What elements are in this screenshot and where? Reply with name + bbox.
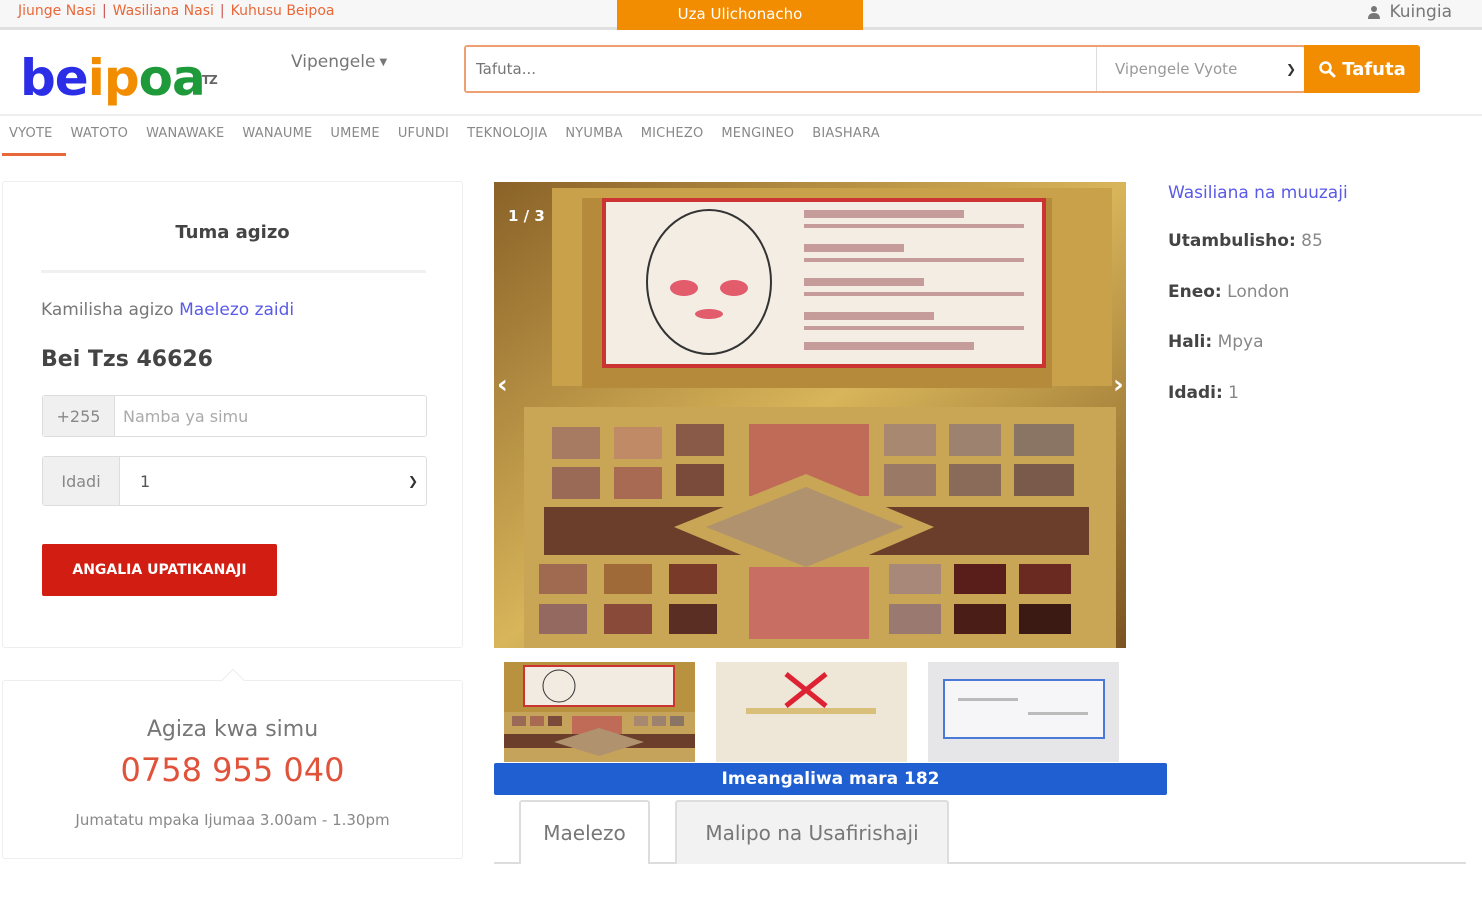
thumbnail-2[interactable] (716, 662, 907, 762)
quantity-field-group: Idadi 1 ❯ (42, 456, 427, 506)
tab-payment-shipping[interactable]: Malipo na Usafirishaji (675, 800, 949, 864)
product-main-image[interactable] (494, 182, 1126, 648)
search-bar: Vipengele Vyote ❯ (464, 45, 1306, 93)
check-availability-button[interactable]: ANGALIA UPATIKANAJI (42, 544, 277, 596)
chevron-down-icon: ❯ (407, 474, 418, 488)
tab-description[interactable]: Maelezo (519, 800, 650, 864)
logo-country-badge: TZ (201, 73, 218, 87)
category-sports[interactable]: MICHEZO (632, 124, 713, 154)
call-phone-number[interactable]: 0758 955 040 (3, 751, 462, 789)
views-prefix: Imeangaliwa mara (721, 769, 899, 789)
chevron-down-icon: ❯ (1285, 62, 1296, 76)
category-women[interactable]: WANAWAKE (137, 124, 233, 154)
search-category-select[interactable]: Vipengele Vyote ❯ (1096, 47, 1304, 91)
beipoa-logo[interactable]: beipoa TZ (20, 50, 218, 106)
thumbnail-3[interactable] (928, 662, 1119, 762)
category-home[interactable]: NYUMBA (556, 124, 631, 154)
category-kids[interactable]: WATOTO (62, 124, 138, 154)
order-panel: Tuma agizo Kamilisha agizo Maelezo zaidi… (2, 181, 463, 648)
call-hours: Jumatatu mpaka Ijumaa 3.00am - 1.30pm (75, 811, 390, 829)
category-business[interactable]: BIASHARA (803, 124, 889, 154)
price: Bei Tzs 46626 (41, 347, 213, 372)
header-divider (0, 114, 1482, 116)
chevron-right-icon[interactable]: › (1113, 370, 1124, 400)
features-dropdown[interactable]: Vipengele ▼ (291, 52, 387, 72)
order-title: Tuma agizo (175, 222, 290, 243)
login-link[interactable]: Kuingia (1367, 2, 1452, 22)
seller-id-row: Utambulisho: 85 (1168, 231, 1323, 251)
login-label: Kuingia (1389, 2, 1452, 22)
seller-info: Wasiliana na muuzaji Utambulisho: 85 Ene… (1168, 183, 1348, 433)
call-heading: Agiza kwa simu (146, 717, 319, 742)
chevron-left-icon[interactable]: ‹ (497, 370, 508, 400)
sell-button[interactable]: Uza Ulichonacho (617, 0, 863, 30)
category-crafts[interactable]: UFUNDI (389, 124, 458, 154)
search-button-label: Tafuta (1342, 58, 1406, 80)
search-category-value: Vipengele Vyote (1115, 60, 1238, 78)
quantity-label: Idadi (43, 457, 120, 505)
seller-condition-row: Hali: Mpya (1168, 332, 1264, 352)
call-order-panel: Agiza kwa simu 0758 955 040 Jumatatu mpa… (2, 668, 463, 859)
category-electronics[interactable]: UMEME (321, 124, 388, 154)
search-icon (1319, 61, 1336, 78)
view-count-bar: Imeangaliwa mara 182 (494, 763, 1167, 795)
category-nav: VYOTE WATOTO WANAWAKE WANAUME UMEME UFUN… (0, 124, 889, 156)
views-count: 182 (904, 769, 940, 789)
phone-field-group: +255 Namba ya simu (42, 395, 427, 437)
contact-link[interactable]: Wasiliana Nasi (113, 3, 214, 19)
thumbnail-1[interactable] (504, 662, 695, 762)
more-info-link[interactable]: Maelezo zaidi (179, 300, 294, 320)
join-link[interactable]: Jiunge Nasi (18, 3, 96, 19)
phone-prefix: +255 (43, 396, 115, 436)
seller-area-row: Eneo: London (1168, 281, 1290, 302)
category-all[interactable]: VYOTE (0, 124, 66, 156)
top-links: Jiunge Nasi | Wasiliana Nasi | Kuhusu Beipoa (18, 3, 335, 19)
category-men[interactable]: WANAUME (233, 124, 321, 154)
contact-seller-link[interactable]: Wasiliana na muuzaji (1168, 183, 1348, 203)
user-icon (1368, 6, 1381, 19)
caret-down-icon: ▼ (379, 57, 388, 68)
product-tabs: Maelezo Malipo na Usafirishaji (494, 800, 1466, 864)
quantity-value: 1 (140, 471, 151, 491)
seller-quantity-row: Idadi: 1 (1168, 382, 1239, 403)
quantity-select[interactable]: 1 ❯ (120, 457, 426, 505)
complete-order-text: Kamilisha agizo Maelezo zaidi (41, 300, 295, 320)
category-technology[interactable]: TEKNOLOJIA (458, 124, 556, 154)
image-counter: 1 / 3 (508, 207, 545, 225)
order-divider (41, 270, 426, 273)
panel-notch (221, 668, 245, 692)
thumbnail-strip (504, 662, 1119, 762)
top-bar: Jiunge Nasi | Wasiliana Nasi | Kuhusu Beipoa… (0, 0, 1482, 30)
search-input[interactable] (466, 47, 1096, 91)
category-other[interactable]: MENGINEO (712, 124, 803, 154)
about-link[interactable]: Kuhusu Beipoa (231, 3, 335, 19)
features-label: Vipengele (291, 52, 376, 72)
phone-input[interactable]: Namba ya simu (115, 396, 426, 436)
search-button[interactable]: Tafuta (1304, 45, 1420, 93)
